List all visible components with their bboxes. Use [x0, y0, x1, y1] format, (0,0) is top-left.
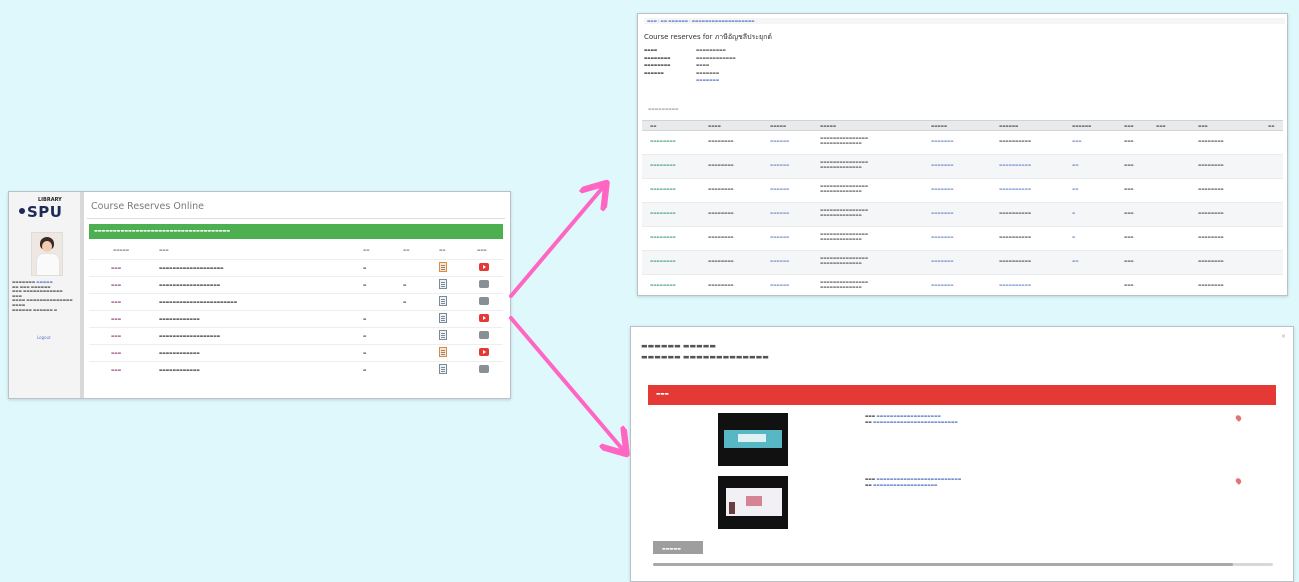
table-row[interactable]: ▬▬▬ ▬▬▬▬▬▬▬▬▬▬▬▬▬▬▬▬▬▬▬▬▬▬▬ ▬	[89, 293, 503, 311]
media-icon[interactable]	[479, 280, 489, 288]
video-list-modal: × ▬▬▬▬▬▬ ▬▬▬▬▬ ▬▬▬▬▬▬ ▬▬▬▬▬▬▬▬▬▬▬▬▬ ▬▬▬ …	[630, 326, 1294, 582]
sidebar: LIBRARY SPU ▬▬▬▬▬▬▬ ▬▬▬▬▬ ▬▬ ▬▬▬ ▬▬▬▬▬▬ …	[9, 192, 84, 398]
section-header-bar: ▬▬▬	[648, 385, 1276, 405]
video-icon[interactable]	[479, 263, 489, 271]
document-icon[interactable]	[439, 296, 447, 306]
video-icon[interactable]	[479, 348, 489, 356]
video-icon[interactable]	[479, 314, 489, 322]
back-button[interactable]: ▬▬▬▬▬	[653, 541, 703, 554]
logout-link[interactable]: Logout	[37, 335, 51, 340]
table-row[interactable]: ▬▬▬▬▬▬▬▬▬▬▬▬▬▬▬▬▬▬▬▬▬▬▬	[89, 259, 503, 277]
table-row[interactable]: ▬▬▬ ▬▬▬▬▬▬▬▬▬▬▬▬▬▬▬▬▬▬ ▬	[89, 327, 503, 345]
document-icon[interactable]	[439, 330, 447, 340]
alert-banner: ▬▬▬▬▬▬▬▬▬▬▬▬▬▬▬▬▬▬▬▬▬▬▬▬▬▬▬▬▬▬▬▬▬▬▬▬	[89, 224, 503, 239]
table-caption: ▬▬▬▬▬▬▬▬▬	[648, 107, 679, 111]
arrow-to-videos	[509, 316, 624, 451]
pin-icon[interactable]	[1234, 414, 1243, 422]
video-info: ▬▬▬ ▬▬▬▬▬▬▬▬▬▬▬▬▬▬▬▬▬▬▬▬▬▬▬▬▬ ▬▬ ▬▬▬▬▬▬▬…	[865, 477, 962, 487]
logo-mark	[19, 208, 25, 214]
page-title: Course Reserves Online	[91, 201, 204, 212]
video-info: ▬▬▬ ▬▬▬▬▬▬▬▬▬▬▬▬▬▬▬▬▬▬▬ ▬▬ ▬▬▬▬▬▬▬▬▬▬▬▬▬…	[865, 414, 958, 424]
course-code: ▬▬▬▬▬▬ ▬▬▬▬▬	[641, 342, 716, 350]
avatar	[31, 232, 63, 276]
banner-placeholder: ▬▬▬▬▬▬▬▬▬▬▬▬▬▬▬▬▬▬▬▬▬▬▬▬▬▬▬▬▬▬▬▬▬▬▬▬	[94, 228, 231, 233]
scrollbar-thumb[interactable]	[653, 563, 1233, 566]
document-icon[interactable]	[439, 279, 447, 289]
table-row[interactable]: ▬▬▬▬▬▬▬▬ ▬▬▬▬▬▬▬▬ ▬▬▬▬▬▬ ▬▬▬▬▬▬▬▬▬▬▬▬▬▬▬ ▬▬…	[642, 251, 1283, 275]
arrow-to-table	[509, 186, 604, 298]
media-icon[interactable]	[479, 297, 489, 305]
table-row[interactable]: ▬▬▬ ▬▬▬▬▬▬▬▬▬▬▬▬ ▬	[89, 310, 503, 328]
document-icon[interactable]	[439, 364, 447, 374]
close-icon[interactable]: ×	[1281, 333, 1286, 340]
logo-spu-text: SPU	[27, 203, 63, 221]
table-row[interactable]: ▬▬▬▬▬▬▬▬▬▬▬▬▬▬▬▬▬▬▬▬▬▬▬	[89, 276, 503, 294]
calendar-icon[interactable]	[439, 262, 447, 272]
table-header: ▬▬▬▬▬ ▬▬▬ ▬▬ ▬▬ ▬▬ ▬▬▬	[113, 248, 487, 252]
calendar-icon[interactable]	[439, 347, 447, 357]
table-row[interactable]: ▬▬▬▬▬▬▬▬ ▬▬▬▬▬▬▬▬ ▬▬▬▬▬▬ ▬▬▬▬▬▬▬▬▬▬▬▬▬▬▬ ▬▬…	[642, 131, 1283, 155]
table-row[interactable]: ▬▬▬▬▬▬▬▬ ▬▬▬▬▬▬▬▬ ▬▬▬▬▬▬ ▬▬▬▬▬▬▬▬▬▬▬▬▬▬▬ ▬▬…	[642, 203, 1283, 227]
table-row[interactable]: ▬▬▬ ▬▬▬▬▬▬▬▬▬▬▬▬ ▬	[89, 361, 503, 379]
library-logo: LIBRARY SPU	[19, 197, 74, 221]
table-row[interactable]: ▬▬▬▬▬▬▬▬ ▬▬▬▬▬▬▬▬ ▬▬▬▬▬▬ ▬▬▬▬▬▬▬▬▬▬▬▬▬▬▬ ▬▬…	[642, 275, 1283, 295]
section-header-placeholder: ▬▬▬	[656, 392, 669, 397]
media-icon[interactable]	[479, 365, 489, 373]
media-icon[interactable]	[479, 331, 489, 339]
document-icon[interactable]	[439, 313, 447, 323]
user-info: ▬▬▬▬▬▬▬ ▬▬▬▬▬ ▬▬ ▬▬▬ ▬▬▬▬▬▬ ▬▬▬ ▬▬▬▬▬▬▬▬…	[12, 280, 73, 312]
course-reserves-detail-panel: ▬▬▬ › ▬▬ ▬▬▬▬▬▬ › ▬▬▬▬▬▬▬▬▬▬▬▬▬▬▬▬▬▬▬ Co…	[637, 13, 1288, 296]
pin-icon[interactable]	[1234, 477, 1243, 485]
video-thumbnail[interactable]	[718, 413, 788, 466]
course-name: ▬▬▬▬▬▬ ▬▬▬▬▬▬▬▬▬▬▬▬▬	[641, 353, 769, 361]
divider	[87, 218, 505, 219]
page-title: Course reserves for ภาษีอัญชลีประยุกต์	[644, 33, 772, 41]
breadcrumb[interactable]: ▬▬▬ › ▬▬ ▬▬▬▬▬▬ › ▬▬▬▬▬▬▬▬▬▬▬▬▬▬▬▬▬▬▬	[644, 18, 1285, 24]
table-row[interactable]: ▬▬▬▬▬▬▬▬ ▬▬▬▬▬▬▬▬ ▬▬▬▬▬▬ ▬▬▬▬▬▬▬▬▬▬▬▬▬▬▬ ▬▬…	[642, 227, 1283, 251]
table-header: ▬▬ ▬▬▬▬ ▬▬▬▬▬ ▬▬▬▬▬ ▬▬▬▬▬ ▬▬▬▬▬▬ ▬▬▬▬▬▬ ▬▬▬ ▬▬…	[642, 120, 1283, 131]
video-thumbnail[interactable]	[718, 476, 788, 529]
table-row[interactable]: ▬▬▬▬▬▬▬▬ ▬▬▬▬▬▬▬▬ ▬▬▬▬▬▬ ▬▬▬▬▬▬▬▬▬▬▬▬▬▬▬ ▬▬…	[642, 179, 1283, 203]
table-row[interactable]: ▬▬▬▬▬▬▬▬ ▬▬▬▬▬▬▬▬ ▬▬▬▬▬▬ ▬▬▬▬▬▬▬▬▬▬▬▬▬▬▬ ▬▬…	[642, 155, 1283, 179]
table-row[interactable]: ▬▬▬ ▬▬▬▬▬▬▬▬▬▬▬▬ ▬	[89, 344, 503, 362]
course-reserves-online-panel: LIBRARY SPU ▬▬▬▬▬▬▬ ▬▬▬▬▬ ▬▬ ▬▬▬ ▬▬▬▬▬▬ …	[8, 191, 511, 399]
